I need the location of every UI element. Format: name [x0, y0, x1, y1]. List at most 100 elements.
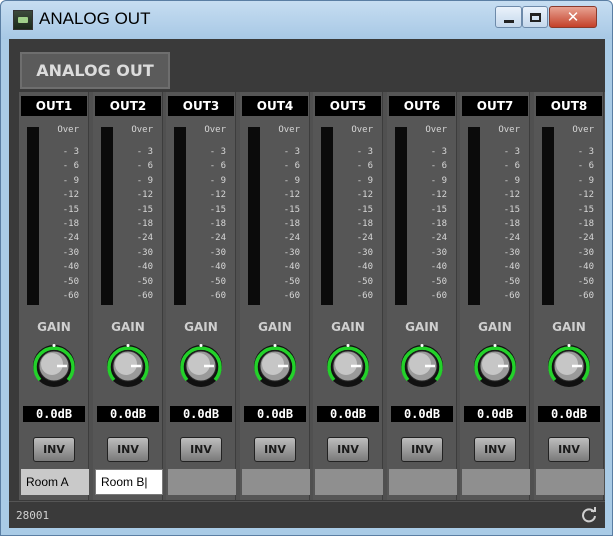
meter-scale-label: -60: [577, 291, 594, 301]
meter-scale-label: Over: [131, 125, 153, 135]
gain-knob[interactable]: [105, 343, 151, 389]
meter-scale-label: - 9: [62, 175, 79, 186]
meter-scale-label: - 9: [356, 175, 373, 186]
meter-scale-label: -50: [62, 276, 79, 287]
meter-scale-label: - 6: [136, 161, 153, 172]
app-icon: [13, 10, 33, 30]
meter-scale-label: -60: [62, 291, 79, 301]
channel-room-field[interactable]: [389, 469, 457, 495]
meter-scale-label: - 9: [577, 175, 594, 186]
channel-room-field[interactable]: [168, 469, 236, 495]
channel-room-field[interactable]: [315, 469, 383, 495]
gain-value[interactable]: 0.0dB: [170, 406, 232, 422]
meter-scale-label: -18: [577, 219, 594, 229]
meter-scale-label: -30: [283, 247, 300, 258]
meter-scale: Over - 3 - 6 - 9 -12 -15 -18 -24 -30 -40 -50 -60: [190, 125, 226, 309]
refresh-icon[interactable]: [581, 507, 597, 523]
inv-button[interactable]: INV: [401, 437, 443, 462]
knob-icon: [401, 344, 443, 387]
channel-room-field[interactable]: Room A: [21, 469, 89, 495]
channel-strip: OUT2 Over - 3 - 6 - 9 -12 -15 -18 -24 -30 -40 -50 -6…: [93, 92, 163, 500]
gain-value[interactable]: 0.0dB: [391, 406, 453, 422]
meter-scale-label: -60: [356, 291, 373, 301]
channel-name: OUT5: [315, 96, 381, 116]
channel-room-field[interactable]: Room B|: [95, 469, 163, 495]
status-text: 28001: [16, 509, 50, 522]
channel-room-field[interactable]: [536, 469, 604, 495]
meter-scale-label: - 3: [209, 147, 226, 157]
meter-scale-label: -30: [209, 247, 226, 258]
knob-icon: [180, 344, 222, 387]
meter-scale-label: -40: [356, 262, 373, 273]
channel-room-field[interactable]: [242, 469, 310, 495]
meter-scale-label: -18: [503, 219, 520, 229]
meter-scale-label: -12: [430, 190, 447, 201]
meter-scale-label: -60: [503, 291, 520, 301]
channel-name: OUT4: [242, 96, 308, 116]
channel-strip: OUT7 Over - 3 - 6 - 9 -12 -15 -18 -24 -30 -40 -50 -6…: [460, 92, 530, 500]
gain-value[interactable]: 0.0dB: [23, 406, 85, 422]
gain-knob[interactable]: [178, 343, 224, 389]
gain-value[interactable]: 0.0dB: [317, 406, 379, 422]
knob-icon: [327, 344, 369, 387]
meter-scale-label: -50: [356, 276, 373, 287]
meter-scale-label: Over: [204, 125, 226, 135]
meter-scale-label: -30: [62, 247, 79, 258]
gain-label: GAIN: [184, 320, 218, 334]
close-button[interactable]: ✕: [549, 6, 597, 28]
meter-scale-label: -18: [136, 219, 153, 229]
meter-scale-label: -15: [577, 204, 594, 215]
gain-knob[interactable]: [546, 343, 592, 389]
gain-label: GAIN: [258, 320, 292, 334]
meter-scale-label: -40: [430, 262, 447, 273]
gain-knob[interactable]: [472, 343, 518, 389]
maximize-button[interactable]: [522, 6, 548, 28]
meter-scale-label: -15: [136, 204, 153, 215]
title-bar[interactable]: ANALOG OUT ✕: [1, 1, 612, 39]
meter-scale-label: -15: [356, 204, 373, 215]
meter-scale-label: -50: [283, 276, 300, 287]
meter-scale-label: - 3: [356, 147, 373, 157]
maximize-icon: [529, 12, 541, 22]
gain-value[interactable]: 0.0dB: [464, 406, 526, 422]
gain-label: GAIN: [111, 320, 145, 334]
channel-room-field[interactable]: [462, 469, 530, 495]
inv-button[interactable]: INV: [33, 437, 75, 462]
meter-scale-label: -50: [503, 276, 520, 287]
meter-scale-label: - 6: [62, 161, 79, 172]
gain-knob[interactable]: [252, 343, 298, 389]
meter-scale-label: -40: [283, 262, 300, 273]
channel-name: OUT2: [95, 96, 161, 116]
meter-scale-label: -24: [62, 233, 79, 244]
meter-scale: Over - 3 - 6 - 9 -12 -15 -18 -24 -30 -40 -50 -60: [411, 125, 447, 309]
meter-scale-label: - 6: [430, 161, 447, 172]
gain-knob[interactable]: [325, 343, 371, 389]
meter-scale-label: -30: [577, 247, 594, 258]
meter-scale-label: -30: [430, 247, 447, 258]
gain-value[interactable]: 0.0dB: [244, 406, 306, 422]
knob-icon: [548, 344, 590, 387]
inv-button[interactable]: INV: [474, 437, 516, 462]
gain-knob[interactable]: [31, 343, 77, 389]
meter-scale-label: -40: [209, 262, 226, 273]
meter-scale-label: -12: [62, 190, 79, 201]
meter-scale: Over - 3 - 6 - 9 -12 -15 -18 -24 -30 -40 -50 -60: [337, 125, 373, 309]
inv-button[interactable]: INV: [254, 437, 296, 462]
inv-button[interactable]: INV: [548, 437, 590, 462]
meter-scale-label: -18: [283, 219, 300, 229]
inv-button[interactable]: INV: [107, 437, 149, 462]
client-area: ANALOG OUT OUT1 Over - 3 - 6 - 9 -12 -15 -18 -24…: [9, 39, 605, 528]
gain-knob[interactable]: [399, 343, 445, 389]
minimize-button[interactable]: [495, 6, 522, 28]
gain-value[interactable]: 0.0dB: [538, 406, 600, 422]
inv-button[interactable]: INV: [180, 437, 222, 462]
meter-scale: Over - 3 - 6 - 9 -12 -15 -18 -24 -30 -40 -50 -60: [484, 125, 520, 309]
inv-button[interactable]: INV: [327, 437, 369, 462]
knob-icon: [33, 344, 75, 387]
gain-label: GAIN: [478, 320, 512, 334]
gain-value[interactable]: 0.0dB: [97, 406, 159, 422]
gain-label: GAIN: [37, 320, 71, 334]
meter-scale-label: - 6: [503, 161, 520, 172]
meter-scale-label: -60: [136, 291, 153, 301]
meter-scale-label: -24: [503, 233, 520, 244]
